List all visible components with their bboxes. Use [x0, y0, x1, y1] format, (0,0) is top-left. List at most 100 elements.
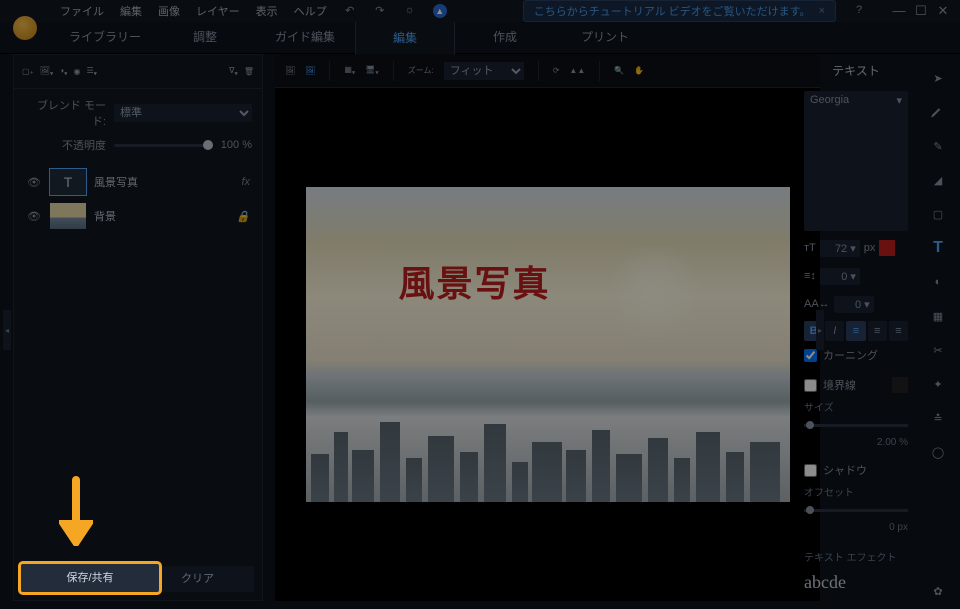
tracking-input[interactable]: 0 ▾ — [834, 296, 874, 313]
redo-icon[interactable]: ↷ — [373, 4, 387, 18]
zoom-tool-icon[interactable]: 🔍 — [614, 66, 624, 75]
settings-icon[interactable]: ☼ — [403, 4, 417, 18]
maximize-icon[interactable]: ☐ — [914, 3, 928, 19]
zoom-select[interactable]: フィット — [444, 62, 524, 80]
blend-mode-select[interactable]: 標準 — [114, 104, 252, 122]
layer-fx-icon[interactable]: fx — [241, 176, 250, 188]
layer-item-background[interactable]: 👁 背景 🔒 — [22, 199, 254, 233]
flip-icon[interactable]: ▲▲ — [569, 66, 585, 75]
eraser-tool-icon[interactable]: ◢ — [928, 170, 948, 190]
tutorial-banner[interactable]: こちらからチュートリアル ビデオをご覧いただけます。 × — [523, 0, 836, 22]
fill-icon[interactable]: ◉ — [73, 67, 80, 76]
tab-library[interactable]: ライブラリー — [55, 21, 155, 54]
canvas-area: 🖼 🖼 ▦▾ 🖥▾ ズーム: フィット ⟳ ▲▲ 🔍 ✋ 風景写真 — [275, 54, 820, 601]
offset-label: オフセット — [804, 484, 908, 499]
menu-edit[interactable]: 編集 — [120, 3, 142, 19]
visibility-icon[interactable]: 👁 — [26, 176, 42, 189]
shape-tool-icon[interactable]: ▢ — [928, 204, 948, 224]
offset-slider[interactable] — [804, 509, 908, 512]
rotate-cw-icon[interactable]: ⟳ — [553, 66, 560, 75]
align-right-icon[interactable]: ≡ — [889, 321, 908, 341]
blend-mode-label: ブレンド モード: — [24, 97, 106, 129]
layer-menu-icon[interactable]: ☰▾ — [86, 66, 97, 78]
brush-tool-icon[interactable] — [928, 102, 948, 122]
magic-tool-icon[interactable]: ✦ — [928, 374, 948, 394]
menu-layer[interactable]: レイヤー — [196, 3, 240, 19]
move-tool-icon[interactable]: ➤ — [928, 68, 948, 88]
text-tool-icon[interactable]: T — [928, 238, 948, 258]
layer-thumb: T — [50, 169, 86, 195]
border-size-value: 2.00 % — [804, 437, 908, 448]
leading-input[interactable]: 0 ▾ — [820, 268, 860, 285]
opacity-slider[interactable] — [114, 144, 213, 147]
tab-edit[interactable]: 編集 — [355, 21, 455, 55]
gradient-tool-icon[interactable]: ▦ — [928, 306, 948, 326]
tab-print[interactable]: プリント — [555, 21, 655, 54]
color-swatch[interactable] — [879, 240, 895, 256]
app-logo-icon — [13, 16, 37, 40]
filter-icon[interactable]: ∇▾ — [229, 66, 238, 78]
add-layer-icon[interactable]: ▢₊ — [22, 67, 34, 76]
layer-item-text[interactable]: 👁 T 風景写真 fx — [22, 165, 254, 199]
crop-tool-icon[interactable]: ✂ — [928, 340, 948, 360]
tutorial-text: こちらからチュートリアル ビデオをご覧いただけます。 — [534, 3, 811, 19]
cloud-icon[interactable]: ▲ — [433, 4, 447, 18]
border-color-swatch[interactable] — [892, 377, 908, 393]
pan-tool-icon[interactable]: ✋ — [634, 66, 644, 75]
shadow-checkbox[interactable] — [804, 464, 817, 477]
tab-adjust[interactable]: 調整 — [155, 21, 255, 54]
kerning-checkbox[interactable] — [804, 349, 817, 362]
canvas-toolbar: 🖼 🖼 ▦▾ 🖥▾ ズーム: フィット ⟳ ▲▲ 🔍 ✋ — [275, 54, 820, 88]
help-icon[interactable]: ? — [852, 4, 866, 18]
font-size-icon: тT — [804, 242, 816, 254]
collapse-right-icon[interactable]: ▸ — [816, 310, 824, 350]
tab-guided[interactable]: ガイド編集 — [255, 21, 355, 54]
align-left-icon[interactable]: ≡ — [846, 321, 865, 341]
tutorial-close-icon[interactable]: × — [819, 5, 825, 17]
visibility-icon[interactable]: 👁 — [26, 210, 42, 223]
reference-icon[interactable]: 🖥▾ — [365, 65, 379, 77]
font-size-input[interactable]: 72 ▾ — [820, 240, 860, 257]
font-select[interactable]: Georgia▾ — [804, 91, 908, 231]
mask-icon[interactable]: ◑▾ — [59, 66, 67, 78]
canvas-stage[interactable]: 風景写真 — [275, 88, 820, 601]
menu-image[interactable]: 画像 — [158, 3, 180, 19]
pen-tool-icon[interactable]: ✎ — [928, 136, 948, 156]
view-single-icon[interactable]: 🖼 — [285, 66, 295, 75]
italic-button[interactable]: I — [825, 321, 844, 341]
border-checkbox[interactable] — [804, 379, 817, 392]
kerning-label: カーニング — [823, 347, 878, 363]
minimize-icon[interactable]: — — [892, 3, 906, 19]
grid-icon[interactable]: ▦▾ — [344, 65, 355, 77]
leading-icon: ≡↕ — [804, 270, 816, 282]
tool-strip: ➤ ✎ ◢ ▢ T ◐ ▦ ✂ ✦ ≛ ◯ ✿ — [922, 54, 954, 601]
add-image-icon[interactable]: 🖼▾ — [40, 66, 54, 78]
canvas-text-overlay[interactable]: 風景写真 — [399, 255, 551, 307]
view-compare-icon[interactable]: 🖼 — [305, 66, 315, 75]
canvas-image: 風景写真 — [306, 187, 790, 502]
menu-bar: ファイル 編集 画像 レイヤー 表示 ヘルプ ↶ ↷ ☼ ▲ こちらからチュート… — [0, 0, 960, 22]
menu-help[interactable]: ヘルプ — [294, 3, 327, 19]
blur-tool-icon[interactable]: ◐ — [928, 272, 948, 292]
align-center-icon[interactable]: ≡ — [868, 321, 887, 341]
lock-icon[interactable]: 🔒 — [236, 210, 250, 223]
delete-layer-icon[interactable]: 🗑 — [244, 67, 254, 76]
undo-icon[interactable]: ↶ — [343, 4, 357, 18]
text-effect-preview[interactable]: abcde — [804, 572, 908, 593]
menu-file[interactable]: ファイル — [60, 3, 104, 19]
tracking-icon: AA↔ — [804, 298, 830, 310]
layers-toolbar: ▢₊ 🖼▾ ◑▾ ◉ ☰▾ ∇▾ 🗑 — [14, 55, 262, 89]
shadow-label: シャドウ — [823, 462, 867, 478]
settings-tool-icon[interactable]: ✿ — [928, 581, 948, 601]
menu-view[interactable]: 表示 — [256, 3, 278, 19]
offset-value: 0 px — [804, 522, 908, 533]
border-size-slider[interactable] — [804, 424, 908, 427]
opacity-label: 不透明度 — [24, 137, 106, 153]
tab-create[interactable]: 作成 — [455, 21, 555, 54]
collapse-left-icon[interactable]: ◂ — [3, 310, 11, 350]
save-share-button[interactable]: 保存/共有 — [21, 564, 159, 592]
adjust-tool-icon[interactable]: ≛ — [928, 408, 948, 428]
ring-tool-icon[interactable]: ◯ — [928, 442, 948, 462]
close-icon[interactable]: ✕ — [936, 3, 950, 19]
tutorial-arrow-icon — [59, 476, 93, 549]
